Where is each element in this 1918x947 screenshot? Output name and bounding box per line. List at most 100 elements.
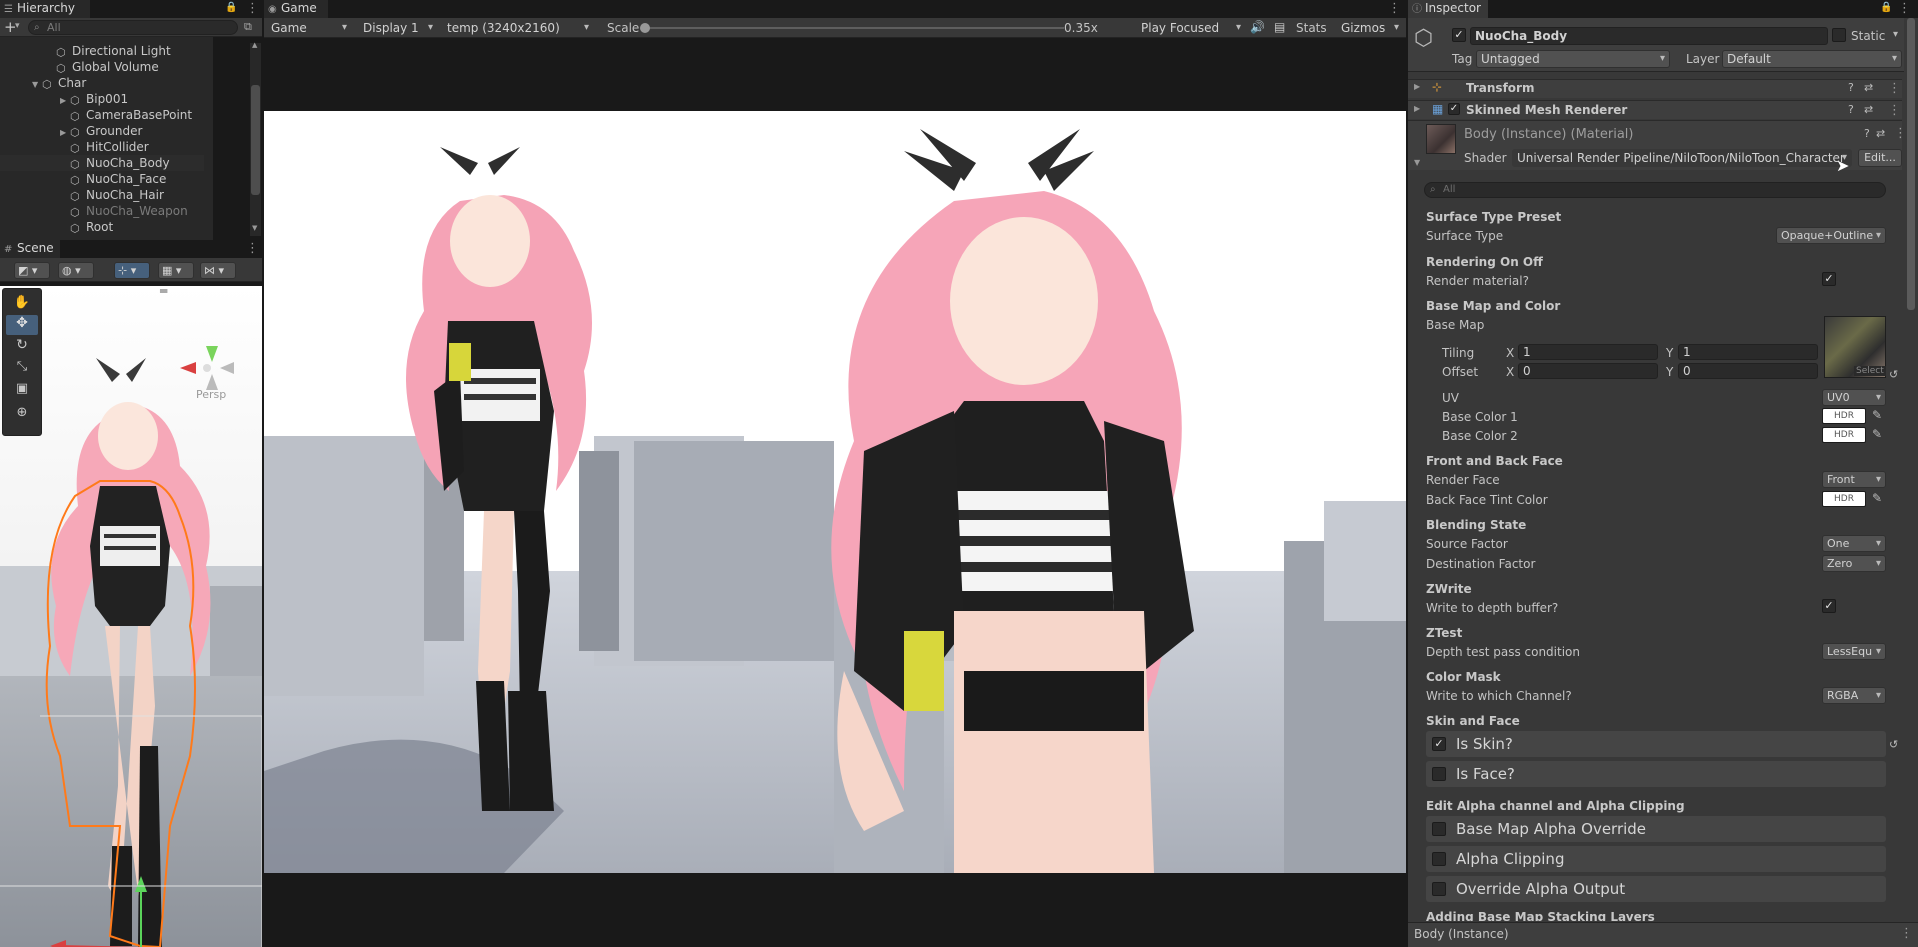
hierarchy-item[interactable]: ⬡ NuoCha_Face — [0, 171, 204, 187]
base-color-1-swatch[interactable]: HDR — [1822, 408, 1866, 424]
base-map-alpha-override-section[interactable]: Base Map Alpha Override — [1426, 816, 1886, 842]
preset-icon[interactable]: ⇄ — [1876, 127, 1885, 140]
surface-type-dropdown[interactable]: Opaque+Outline — [1776, 227, 1886, 244]
kebab-menu-icon[interactable]: ⋮ — [1900, 926, 1913, 942]
kebab-menu-icon[interactable]: ⋮ — [1898, 1, 1911, 17]
hierarchy-item[interactable]: ⬡ Root — [0, 219, 204, 235]
kebab-menu-icon[interactable]: ⋮ — [1388, 1, 1401, 17]
transform-tool-icon[interactable]: ⊕ — [3, 405, 41, 420]
fold-arrow-icon[interactable]: ▼ — [1414, 158, 1420, 167]
play-focused-dropdown[interactable]: Play Focused — [1136, 19, 1246, 37]
source-factor-dropdown[interactable]: One — [1822, 535, 1886, 552]
rect-tool-icon[interactable]: ▣ — [3, 381, 41, 396]
lock-icon[interactable]: 🔒 — [1880, 2, 1892, 13]
uv-dropdown[interactable]: UV0 — [1822, 389, 1886, 406]
tag-dropdown[interactable]: Untagged — [1476, 50, 1670, 68]
scale-slider-thumb[interactable] — [640, 23, 650, 33]
scene-filter-icon[interactable]: ⧉ — [244, 20, 252, 34]
revert-icon[interactable]: ↺ — [1889, 738, 1898, 751]
help-icon[interactable]: ? — [1848, 103, 1854, 116]
property-search-input[interactable]: ⌕ All — [1424, 182, 1886, 198]
revert-icon[interactable]: ↺ — [1889, 368, 1898, 381]
is-skin-section[interactable]: ✓ Is Skin? — [1426, 731, 1886, 757]
dest-factor-dropdown[interactable]: Zero — [1822, 555, 1886, 572]
hierarchy-item[interactable]: ⬡ NuoCha_Hair — [0, 187, 204, 203]
back-face-tint-swatch[interactable]: HDR — [1822, 491, 1866, 507]
inspector-scrollbar[interactable] — [1904, 18, 1918, 922]
preset-icon[interactable]: ⇄ — [1864, 103, 1873, 116]
is-face-checkbox[interactable] — [1432, 767, 1446, 781]
tab-scene[interactable]: # Scene — [0, 240, 60, 258]
shader-dropdown[interactable]: Universal Render Pipeline/NiloToon/NiloT… — [1512, 149, 1852, 167]
move-tool-icon[interactable]: ✥ — [6, 315, 38, 335]
is-face-section[interactable]: Is Face? — [1426, 761, 1886, 787]
hamburger-icon[interactable]: ═ — [160, 286, 167, 298]
stats-button[interactable]: Stats — [1296, 21, 1327, 35]
offset-y-field[interactable]: 0 — [1678, 363, 1818, 379]
tiling-y-field[interactable]: 1 — [1678, 344, 1818, 360]
audio-icon[interactable]: 🔊 — [1250, 20, 1265, 34]
render-mode-button[interactable]: ◍ ▾ — [58, 262, 94, 279]
chevron-down-icon[interactable]: ▾ — [1893, 29, 1898, 40]
eyedropper-icon[interactable]: ✎ — [1872, 427, 1882, 441]
hierarchy-item[interactable]: ⬡ Global Volume — [0, 59, 204, 75]
tab-game[interactable]: ◉ Game — [264, 0, 328, 18]
alpha-clipping-section[interactable]: Alpha Clipping — [1426, 846, 1886, 872]
eyedropper-icon[interactable]: ✎ — [1872, 408, 1882, 422]
kebab-menu-icon[interactable]: ⋮ — [1888, 103, 1901, 119]
hand-tool-icon[interactable]: ✋ — [3, 295, 41, 310]
game-viewport[interactable] — [264, 111, 1406, 873]
render-material-checkbox[interactable]: ✓ — [1822, 272, 1836, 286]
hierarchy-item[interactable]: ⬡ NuoCha_Body — [0, 155, 204, 171]
write-channel-dropdown[interactable]: RGBA — [1822, 687, 1886, 704]
help-icon[interactable]: ? — [1848, 81, 1854, 94]
chevron-down-icon[interactable]: ▾ — [15, 21, 20, 31]
fold-arrow-icon[interactable]: ▶ — [1414, 82, 1420, 91]
snap-button[interactable]: ⊹ ▾ — [114, 262, 150, 279]
rotate-tool-icon[interactable]: ↻ — [3, 337, 41, 353]
hierarchy-item[interactable]: ▼ ⬡ Char — [0, 75, 204, 91]
scale-tool-icon[interactable]: ⤡ — [3, 359, 41, 374]
fold-arrow-icon[interactable]: ▶ — [1414, 104, 1420, 113]
display-dropdown[interactable]: Display 1 — [358, 19, 438, 37]
increment-snap-button[interactable]: ⋈ ▾ — [200, 262, 236, 279]
eyedropper-icon[interactable]: ✎ — [1872, 491, 1882, 505]
draw-mode-button[interactable]: ◩ ▾ — [14, 262, 50, 279]
orientation-y[interactable] — [206, 346, 218, 362]
tab-inspector[interactable]: ⓘ Inspector — [1408, 0, 1488, 18]
texture-select-button[interactable]: Select — [1854, 366, 1886, 376]
persp-label[interactable]: Persp — [196, 388, 226, 401]
hierarchy-item[interactable]: ⬡ CameraBasePoint — [0, 107, 204, 123]
gizmos-dropdown[interactable]: Gizmos — [1336, 19, 1404, 37]
is-skin-checkbox[interactable]: ✓ — [1432, 737, 1446, 751]
scale-slider[interactable] — [640, 23, 1064, 33]
hierarchy-item[interactable]: ⬡ NuoCha_Weapon — [0, 203, 204, 219]
edit-shader-button[interactable]: Edit... — [1858, 149, 1902, 167]
skinned-mesh-enabled-checkbox[interactable]: ✓ — [1448, 103, 1460, 115]
layer-dropdown[interactable]: Default — [1722, 50, 1902, 68]
resolution-dropdown[interactable]: temp (3240x2160) — [442, 19, 594, 37]
active-checkbox[interactable]: ✓ — [1452, 28, 1466, 42]
hierarchy-search-input[interactable]: ⌕ All — [28, 20, 238, 35]
static-checkbox[interactable] — [1832, 28, 1846, 42]
kebab-menu-icon[interactable]: ⋮ — [1888, 81, 1901, 97]
stats-grid-icon[interactable]: ▤ — [1274, 20, 1285, 34]
tiling-x-field[interactable]: 1 — [1518, 344, 1658, 360]
object-name-field[interactable]: NuoCha_Body — [1470, 27, 1828, 45]
lock-icon[interactable]: 🔒 — [225, 2, 237, 13]
hierarchy-scrollbar[interactable]: ▲ ▼ — [250, 41, 261, 236]
kebab-menu-icon[interactable]: ⋮ — [246, 1, 259, 17]
render-face-dropdown[interactable]: Front — [1822, 471, 1886, 488]
write-depth-checkbox[interactable]: ✓ — [1822, 599, 1836, 613]
hierarchy-item[interactable]: ⬡ HitCollider — [0, 139, 204, 155]
base-color-2-swatch[interactable]: HDR — [1822, 427, 1866, 443]
help-icon[interactable]: ? — [1864, 127, 1870, 140]
preset-icon[interactable]: ⇄ — [1864, 81, 1873, 94]
scroll-up-icon[interactable]: ▲ — [252, 41, 257, 49]
hierarchy-item[interactable]: ▶ ⬡ Grounder — [0, 123, 204, 139]
offset-x-field[interactable]: 0 — [1518, 363, 1658, 379]
hierarchy-item[interactable]: ▶ ⬡ Bip001 — [0, 91, 204, 107]
game-mode-dropdown[interactable]: Game — [266, 19, 352, 37]
override-alpha-output-checkbox[interactable] — [1432, 882, 1446, 896]
override-alpha-output-section[interactable]: Override Alpha Output — [1426, 876, 1886, 902]
